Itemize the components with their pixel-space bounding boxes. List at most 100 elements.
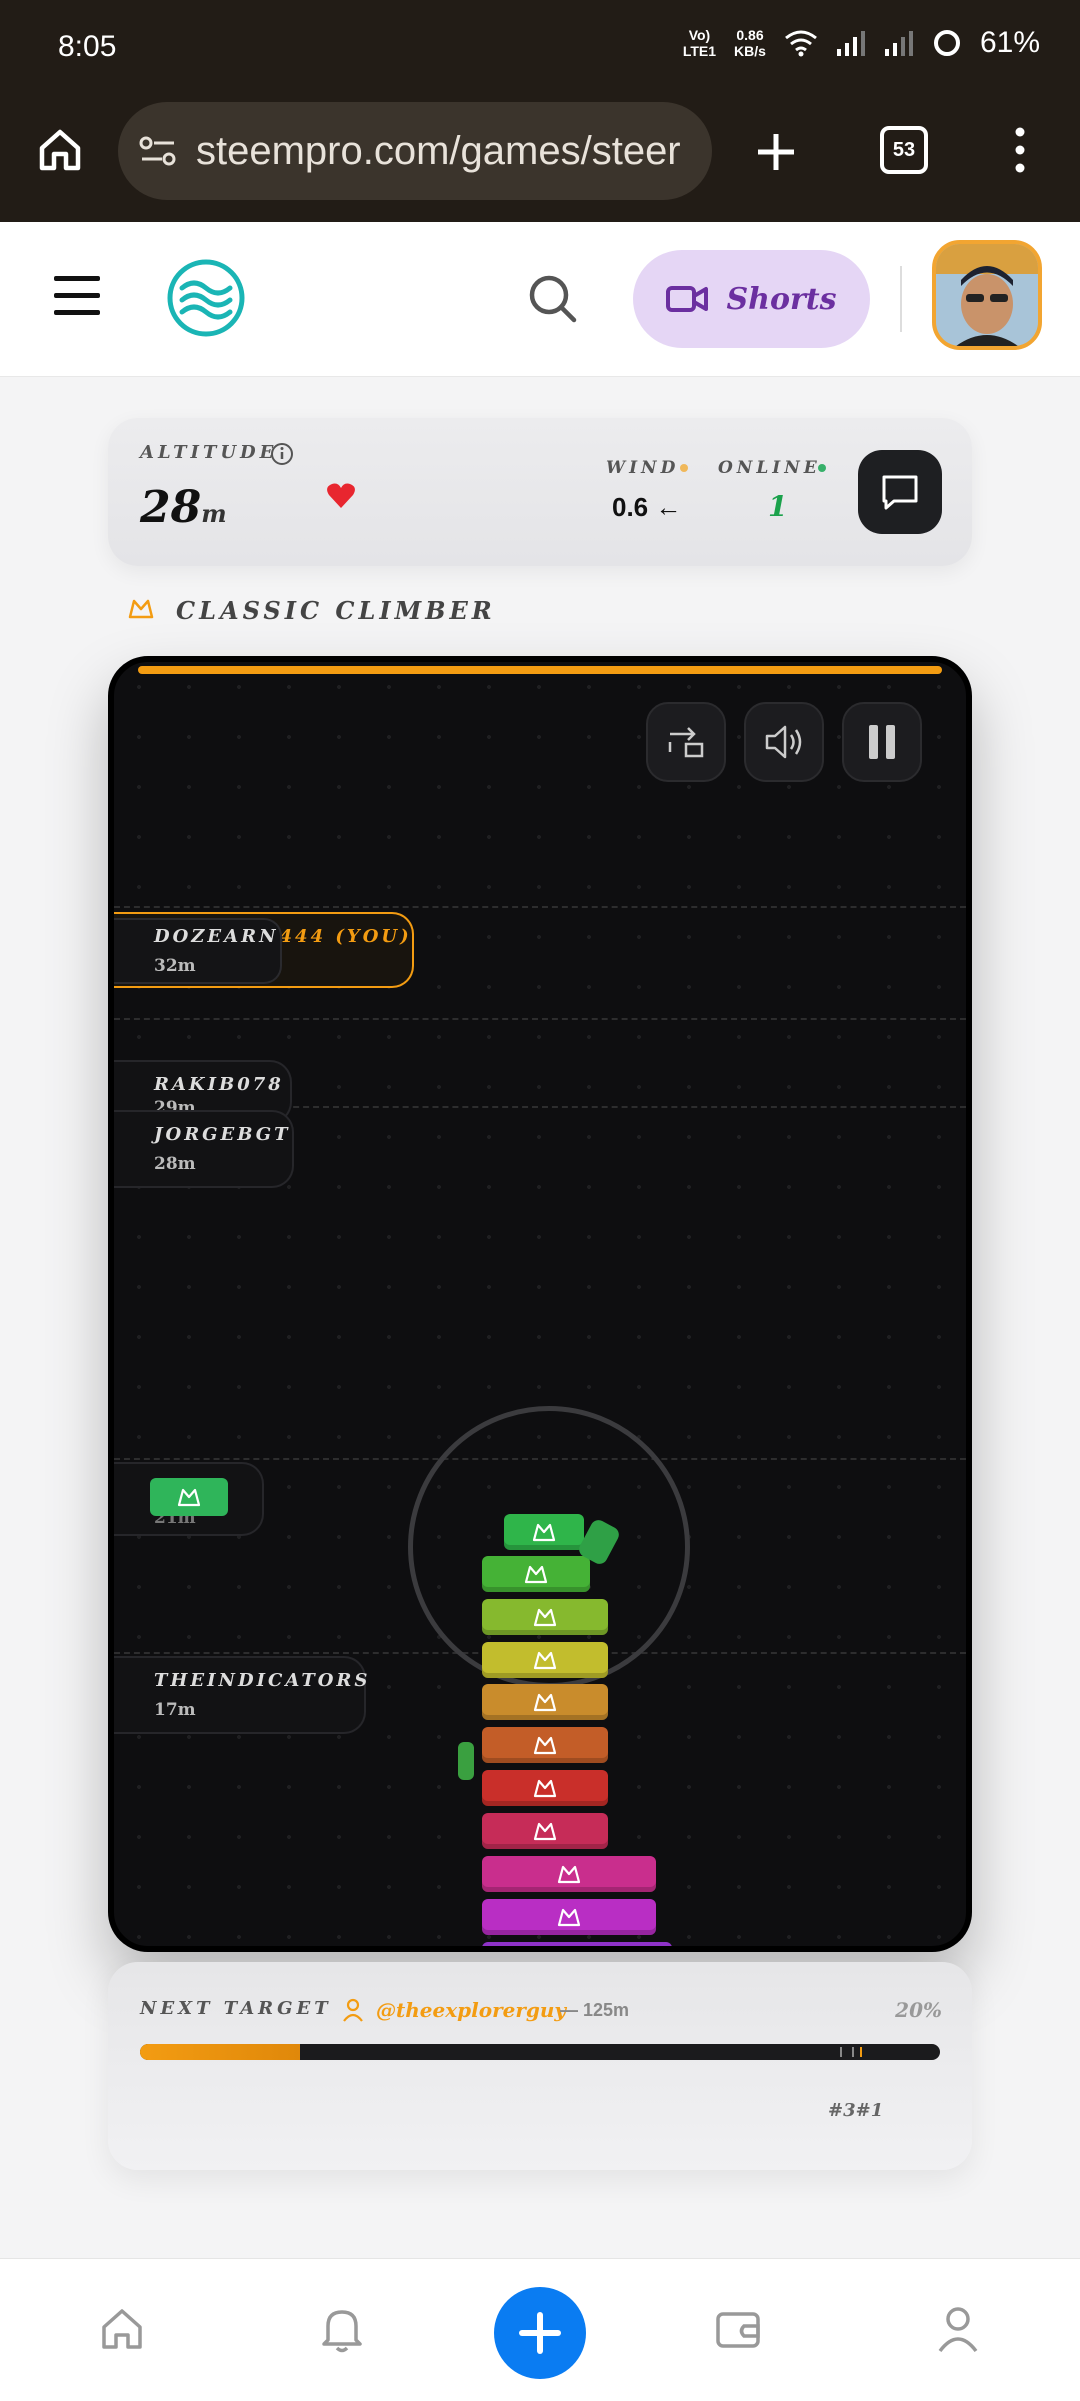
volume-icon xyxy=(765,725,802,759)
altitude-unit: m xyxy=(201,499,227,528)
battery-icon xyxy=(933,30,960,56)
search-icon[interactable] xyxy=(528,274,578,324)
shorts-button[interactable]: Shorts xyxy=(633,250,870,348)
tower-block xyxy=(504,1514,584,1550)
pause-icon xyxy=(869,725,895,759)
progress-tick xyxy=(852,2047,854,2057)
height-line xyxy=(114,906,966,908)
sound-button[interactable] xyxy=(744,702,824,782)
tower-block xyxy=(482,1856,656,1892)
game-mode-label: CLASSIC CLIMBER xyxy=(176,596,496,625)
player-name: RAKIB078 xyxy=(154,1074,284,1095)
chat-icon xyxy=(882,475,918,510)
tower-block xyxy=(482,1813,608,1849)
player-marker: 21m xyxy=(114,1462,264,1536)
url-text: steempro.com/games/steer xyxy=(196,128,681,173)
rank-badge: #3#1 xyxy=(828,2100,884,2121)
target-distance: — 125m xyxy=(560,2000,630,2020)
home-icon xyxy=(102,2309,142,2349)
player-marker-you: 1444 (YOU) DOZEARN 32m xyxy=(114,912,414,988)
player-name-suffix: 1444 (YOU) xyxy=(264,926,412,947)
wallet-icon xyxy=(716,2312,760,2348)
target-progress-fill xyxy=(140,2044,300,2060)
tower-block xyxy=(482,1642,608,1678)
status-time: 8:05 xyxy=(58,30,117,63)
height-line xyxy=(114,1018,966,1020)
network-speed: 0.86 KB/s xyxy=(734,27,766,59)
swap-icon xyxy=(668,727,704,758)
video-camera-icon xyxy=(666,286,709,312)
mountain-icon xyxy=(532,1523,556,1542)
player-height: 32m xyxy=(154,956,196,976)
nav-wallet[interactable] xyxy=(708,2299,768,2359)
wind-label: WIND xyxy=(606,458,680,478)
info-icon[interactable] xyxy=(270,442,294,466)
divider xyxy=(900,266,902,332)
target-user-link[interactable]: @theexplorerguy xyxy=(376,1998,566,2022)
swap-view-button[interactable] xyxy=(646,702,726,782)
nav-home[interactable] xyxy=(92,2299,152,2359)
url-bar[interactable]: steempro.com/games/steer xyxy=(118,102,712,200)
player-name: DOZEARN xyxy=(154,926,279,947)
player-height: 28m xyxy=(154,1154,196,1174)
steempro-logo-icon[interactable] xyxy=(166,258,246,338)
nav-profile[interactable] xyxy=(928,2299,988,2359)
mountain-icon xyxy=(533,1822,557,1841)
mountain-icon xyxy=(533,1736,557,1755)
preview-block xyxy=(150,1478,228,1516)
wind-status-dot xyxy=(680,464,688,472)
site-header: Shorts xyxy=(0,222,1080,377)
heart-icon xyxy=(327,483,355,508)
tower-block xyxy=(482,1899,656,1935)
mountain-icon xyxy=(533,1608,557,1627)
mountain-icon xyxy=(533,1693,557,1712)
falling-debris xyxy=(458,1742,474,1780)
online-label: ONLINE xyxy=(718,458,821,478)
altitude-readout: 28m xyxy=(140,482,227,533)
user-avatar[interactable] xyxy=(932,240,1042,350)
mountain-icon xyxy=(533,1779,557,1798)
create-post-button[interactable] xyxy=(494,2287,586,2379)
mountain-icon xyxy=(524,1565,548,1584)
site-settings-icon[interactable] xyxy=(138,135,178,167)
player-name: THEINDICATORS xyxy=(154,1670,371,1691)
plus-icon xyxy=(519,2312,561,2354)
online-status-dot xyxy=(818,464,826,472)
nav-notifications[interactable] xyxy=(312,2299,372,2359)
player-height: 17m xyxy=(154,1700,196,1720)
altitude-value: 28 xyxy=(140,482,202,533)
battery-percent: 61% xyxy=(979,26,1040,59)
tower-block xyxy=(482,1684,608,1720)
signal-icon xyxy=(836,31,865,56)
chat-button[interactable] xyxy=(858,450,942,534)
mountain-icon xyxy=(557,1865,581,1884)
tower-block xyxy=(482,1942,672,1952)
mountain-icon xyxy=(564,1949,590,1952)
home-icon[interactable] xyxy=(36,126,84,174)
browser-toolbar: steempro.com/games/steer 53 xyxy=(0,100,1080,222)
tower-block xyxy=(482,1770,608,1806)
target-progress-bar xyxy=(140,2044,940,2060)
hamburger-menu-icon[interactable] xyxy=(54,274,102,318)
player-marker: JORGEBGT 28m xyxy=(114,1110,294,1188)
bell-icon xyxy=(322,2310,362,2353)
avatar-photo xyxy=(936,244,1038,346)
signal-icon xyxy=(884,31,913,56)
player-name: JORGEBGT xyxy=(154,1124,291,1145)
online-value: 1 xyxy=(768,490,788,523)
more-menu-icon[interactable] xyxy=(1008,126,1032,174)
progress-tick xyxy=(840,2047,842,2057)
volte-indicator: Vo) LTE1 xyxy=(682,27,717,59)
mountain-icon xyxy=(128,599,154,619)
game-canvas[interactable]: 1444 (YOU) DOZEARN 32m RAKIB078 29m JORG… xyxy=(108,656,972,1952)
bottom-navigation xyxy=(0,2258,1080,2401)
profile-icon xyxy=(938,2307,978,2353)
mountain-icon xyxy=(177,1488,201,1507)
tab-switcher-button[interactable]: 53 xyxy=(880,126,928,174)
new-tab-icon[interactable] xyxy=(754,130,798,174)
tower-block xyxy=(482,1599,608,1635)
pause-button[interactable] xyxy=(842,702,922,782)
user-icon xyxy=(343,1998,363,2022)
status-icons: Vo) LTE1 0.86 KB/s 61% xyxy=(683,26,1040,60)
mountain-icon xyxy=(557,1908,581,1927)
